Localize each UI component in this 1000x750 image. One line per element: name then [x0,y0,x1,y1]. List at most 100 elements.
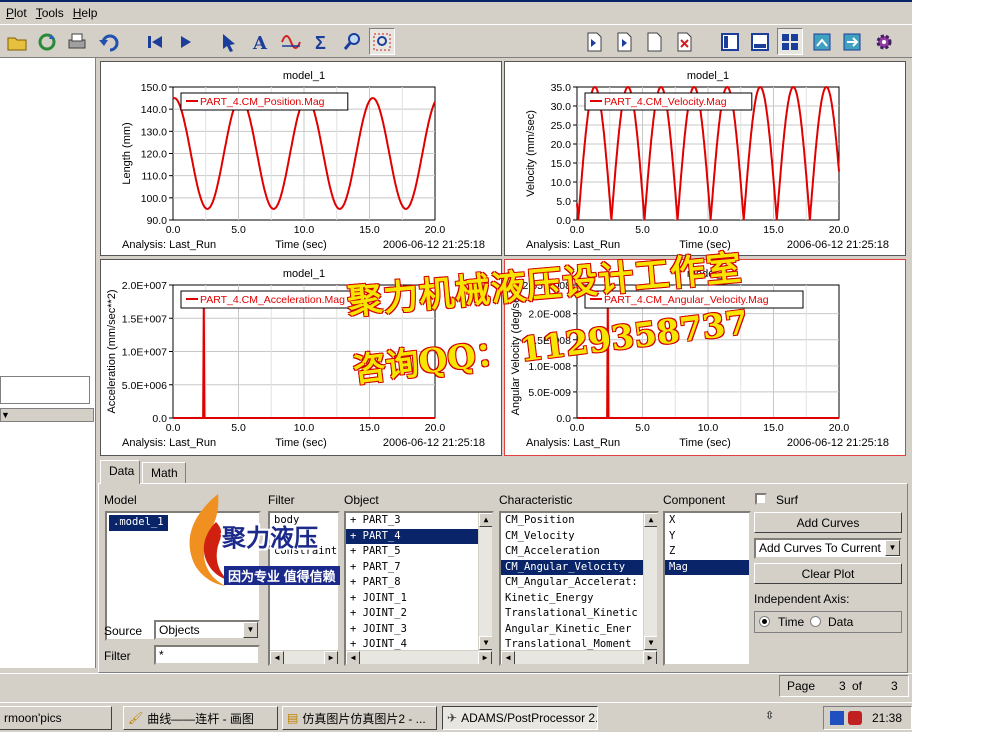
y-tick-label: 1.5E+007 [122,313,167,325]
x-axis-label: Time (sec) [275,437,327,449]
timestamp-label: 2006-06-12 21:25:18 [383,437,485,449]
zoom-icon[interactable] [340,28,366,55]
menu-plot[interactable]: Plot [6,6,27,20]
list-item[interactable]: + JOINT_2 [346,606,492,622]
sigma-icon[interactable]: Σ [309,28,335,55]
list-item[interactable]: Translational_Kinetic [501,606,657,622]
menu-bar: Plot Tools Help [0,0,912,24]
plot-position[interactable]: model_1 150.0 140.0 130.0 120.0 110.0 100.0 90.… [100,61,502,256]
list-item[interactable]: Z [665,544,749,560]
list-item[interactable]: + JOINT_1 [346,591,492,607]
y-tick-label: 140.0 [141,104,167,116]
tab-data[interactable]: Data [100,460,140,484]
undo-icon[interactable] [96,28,122,55]
list-item[interactable]: X [665,513,749,529]
y-tick-label: 35.0 [551,82,572,94]
delete-page-icon[interactable] [671,28,697,55]
logo-text: 聚力液压 [222,523,318,552]
layout-1-icon[interactable] [717,28,743,55]
shield-icon[interactable] [848,711,862,725]
x-tick-label: 15.0 [763,224,784,236]
menu-tools[interactable]: Tools [36,6,64,20]
settings-gear-icon[interactable] [871,28,897,55]
list-item[interactable]: .model_1 [109,515,168,531]
x-tick-label: 20.0 [829,224,850,236]
component-label: Component [663,493,726,507]
list-item[interactable]: Angular_Kinetic_Ener [501,622,657,638]
watermark-logo: 聚力液压 因为专业 值得信赖 [178,492,378,590]
task-paint[interactable]: 🖌 曲线——连杆 - 画图 [123,706,278,730]
list-item[interactable]: CM_Velocity [501,529,657,545]
fit-icon[interactable] [369,28,395,55]
first-page-icon[interactable] [142,28,168,55]
network-icon[interactable] [830,711,844,725]
page-of: of [852,679,863,693]
curve-edit-icon[interactable] [278,28,304,55]
table-icon[interactable] [809,28,835,55]
select-arrow-icon[interactable] [216,28,242,55]
analysis-label: Analysis: Last_Run [526,437,620,449]
left-panel-dropdown-arrow-icon[interactable]: ▼ [0,408,94,422]
y-tick-label: 10.0 [551,177,572,189]
y-tick-label: 5.0 [556,196,571,208]
axis-data-radio[interactable] [810,616,821,627]
list-item[interactable]: CM_Angular_Velocity [501,559,657,575]
reload-icon[interactable] [34,28,60,55]
left-panel-field[interactable] [0,376,90,404]
x-tick-label: 0.0 [570,422,585,434]
add-mode-select[interactable]: Add Curves To Current Plo ▼ [754,538,902,559]
filter-field-label: Filter [104,649,131,663]
list-item[interactable]: Y [665,529,749,545]
y-tick-label: 1.0E+007 [122,347,167,359]
y-axis-label: Length (mm) [121,122,133,184]
axis-time-radio[interactable] [759,616,770,627]
list-item[interactable]: CM_Acceleration [501,544,657,560]
list-item[interactable]: Kinetic_Energy [501,591,657,607]
list-item[interactable]: Mag [665,559,749,575]
layout-4-icon[interactable] [777,28,803,55]
chevron-down-icon[interactable]: ▼ [885,540,900,556]
add-curves-button[interactable]: Add Curves [754,512,902,533]
task-folder[interactable]: ▤ 仿真图片仿真图片2 - ... [282,706,437,730]
paint-icon: 🖌 [128,711,144,725]
toolbar: A Σ [0,24,912,58]
chart-title: model_1 [283,70,325,82]
clear-plot-button[interactable]: Clear Plot [754,563,902,584]
axis-time-label: Time [778,615,805,629]
task-adams[interactable]: ✈ ADAMS/PostProcessor 2... [442,706,598,730]
task-moonpics[interactable]: rmoon'pics [0,706,112,730]
x-tick-label: 10.0 [698,224,719,236]
x-tick-label: 10.0 [294,422,315,434]
tray-arrow-icon[interactable]: ⇳ [765,709,774,722]
list-item[interactable]: CM_Position [501,513,657,529]
list-item[interactable]: CM_Angular_Accelerat: [501,575,657,591]
menu-help[interactable]: Help [73,6,98,20]
source-select[interactable]: Objects ▼ [154,620,260,640]
layout-2-icon[interactable] [747,28,773,55]
y-tick-label: 5.0E-009 [528,387,571,399]
folder-icon: ▤ [287,711,299,725]
print-icon[interactable] [64,28,90,55]
text-icon[interactable]: A [247,28,273,55]
x-tick-label: 20.0 [425,224,446,236]
next-page-icon[interactable] [173,28,199,55]
toggle-icon[interactable] [839,28,865,55]
characteristic-list[interactable]: CM_Position CM_Velocity CM_Acceleration CM_… [499,511,659,666]
list-item[interactable]: + JOINT_3 [346,622,492,638]
y-tick-label: 150.0 [141,82,167,94]
export-page-icon[interactable] [611,28,637,55]
tab-math[interactable]: Math [142,462,186,484]
component-list[interactable]: X Y Z Mag [663,511,751,666]
surf-checkbox[interactable] [755,493,767,505]
filter-field-input[interactable]: * [154,645,260,665]
independent-axis-label: Independent Axis: [754,592,850,606]
new-page-icon[interactable] [641,28,667,55]
y-axis-label: Velocity (mm/sec) [525,110,537,197]
chevron-down-icon[interactable]: ▼ [243,622,258,638]
characteristic-label: Characteristic [499,493,573,507]
import-page-icon[interactable] [581,28,607,55]
open-folder-icon[interactable] [4,28,30,55]
left-panel: ▼ [0,58,96,668]
plot-velocity[interactable]: model_1 35.0 30.0 25.0 20.0 15.0 10.0 5.0 0.0 0.0… [504,61,906,256]
page-label: Page [787,679,816,693]
